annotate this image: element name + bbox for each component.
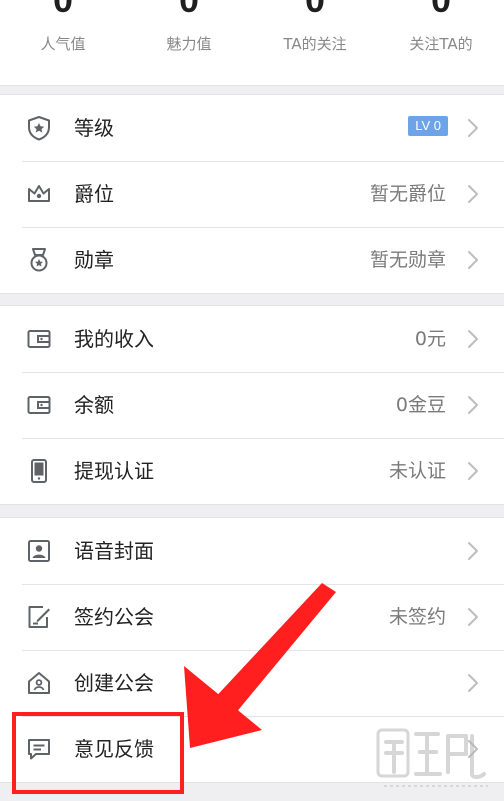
stat-value: 0 (0, 0, 126, 22)
menu-item-label: 爵位 (74, 182, 114, 206)
stat-followers[interactable]: 0 关注TA的 (378, 0, 504, 85)
menu-item-value: 未签约 (388, 606, 446, 628)
wallet-icon (26, 392, 52, 418)
house-icon (26, 670, 52, 696)
menu-item-label: 余额 (74, 393, 114, 417)
menu-item-value: 0元 (414, 328, 446, 350)
menu-item-label: 我的收入 (74, 327, 154, 351)
stat-charm[interactable]: 0 魅力值 (126, 0, 252, 85)
stat-value: 0 (252, 0, 378, 22)
highlight-box (12, 712, 184, 794)
menu-item-level[interactable]: 等级 LV 0 (0, 95, 504, 161)
chevron-right-icon (466, 329, 480, 349)
stat-value: 0 (378, 0, 504, 22)
menu-item-balance[interactable]: 余额 0金豆 (0, 372, 504, 438)
chevron-right-icon (466, 607, 480, 627)
menu-item-create-guild[interactable]: 创建公会 (0, 650, 504, 716)
menu-item-value: 未认证 (388, 460, 446, 482)
chevron-right-icon (466, 673, 480, 693)
menu-item-voice-cover[interactable]: 语音封面 (0, 518, 504, 584)
chevron-right-icon (466, 395, 480, 415)
stat-label: TA的关注 (283, 35, 347, 53)
menu-item-medal[interactable]: 勋章 暂无勋章 (0, 227, 504, 293)
watermark-logo (376, 724, 496, 794)
chevron-right-icon (466, 118, 480, 138)
stat-label: 人气值 (40, 35, 86, 53)
chevron-right-icon (466, 541, 480, 561)
stat-value: 0 (126, 0, 252, 22)
chevron-right-icon (466, 250, 480, 270)
stat-label: 魅力值 (166, 35, 212, 53)
phone-icon (26, 458, 52, 484)
stat-popularity[interactable]: 0 人气值 (0, 0, 126, 85)
menu-item-income[interactable]: 我的收入 0元 (0, 306, 504, 372)
menu-item-label: 提现认证 (74, 459, 154, 483)
menu-item-label: 勋章 (74, 248, 114, 272)
menu-item-label: 语音封面 (74, 539, 154, 563)
menu-group-wallet: 我的收入 0元 余额 0金豆 提现认证 未认证 (0, 305, 504, 505)
crown-icon (26, 181, 52, 207)
stat-following[interactable]: 0 TA的关注 (252, 0, 378, 85)
stats-strip: 0 人气值 0 魅力值 0 TA的关注 0 关注TA的 (0, 0, 504, 86)
portrait-icon (26, 538, 52, 564)
menu-group-level: 等级 LV 0 爵位 暂无爵位 勋章 暂无勋章 (0, 94, 504, 294)
wallet-icon (26, 326, 52, 352)
chevron-right-icon (466, 461, 480, 481)
menu-item-withdraw-verify[interactable]: 提现认证 未认证 (0, 438, 504, 504)
menu-item-sign-guild[interactable]: 签约公会 未签约 (0, 584, 504, 650)
menu-item-value: 0金豆 (395, 394, 446, 416)
level-badge: LV 0 (408, 116, 448, 136)
menu-item-label: 创建公会 (74, 671, 154, 695)
sign-icon (26, 604, 52, 630)
shield-star-icon (26, 115, 52, 141)
menu-item-value: 暂无爵位 (369, 183, 446, 205)
chevron-right-icon (466, 184, 480, 204)
stat-label: 关注TA的 (409, 35, 473, 53)
menu-item-value: 暂无勋章 (369, 249, 446, 271)
menu-item-title-rank[interactable]: 爵位 暂无爵位 (0, 161, 504, 227)
menu-item-label: 签约公会 (74, 605, 154, 629)
medal-icon (26, 247, 52, 273)
menu-item-label: 等级 (74, 116, 114, 140)
